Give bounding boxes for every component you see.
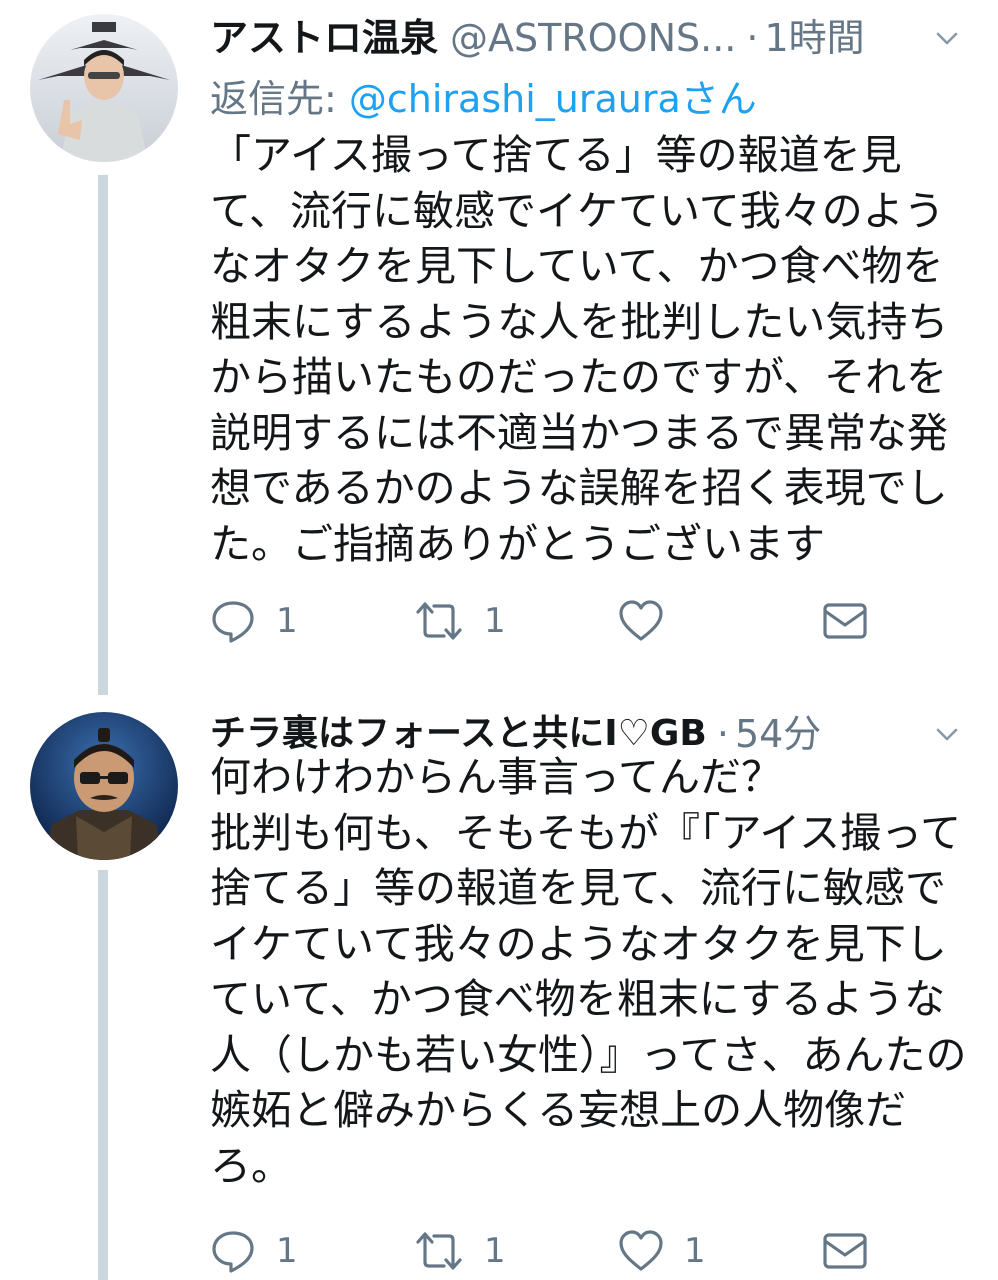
- tweet-text-line: 何わけわからん事言ってんだ？: [210, 753, 782, 801]
- thread-line: [98, 870, 108, 1280]
- timestamp[interactable]: 1時間: [764, 8, 864, 68]
- retweet-count: 1: [484, 1231, 506, 1271]
- reply-suffix: さん: [680, 77, 757, 121]
- retweet-count: 1: [484, 601, 506, 641]
- tweet-header: アストロ温泉 @ASTROONS... · 1時間: [210, 8, 968, 68]
- tweet-text: 「アイス撮って捨てる」等の報道を見て、流行に敏感でイケていて我々のようなオタクを…: [210, 131, 949, 568]
- chevron-down-icon[interactable]: [934, 26, 960, 52]
- like-button[interactable]: 1: [618, 1226, 706, 1276]
- envelope-icon: [823, 603, 867, 639]
- tweet-text: 何わけわからん事言ってんだ？ 批判も何も、そもそもが『「アイス撮って捨てる」等の報…: [210, 750, 970, 1194]
- retweet-button[interactable]: 1: [414, 596, 506, 646]
- reply-to-line: 返信先: @chirashi_urauraさん: [210, 74, 757, 124]
- reply-icon: [212, 601, 254, 643]
- reply-icon: [212, 1231, 254, 1273]
- heart-icon: [619, 1230, 663, 1271]
- envelope-icon: [823, 1233, 867, 1269]
- user-handle[interactable]: @ASTROONS...: [450, 8, 736, 68]
- tweet[interactable]: チラ裏はフォースと共にI♡GB · 54分 何わけわからん事言ってんだ？ 批判も何も、…: [0, 690, 998, 1280]
- action-bar: 1 1: [210, 596, 970, 646]
- heart-icon: [619, 600, 663, 641]
- separator-dot: ·: [746, 16, 759, 60]
- reply-button[interactable]: 1: [210, 596, 298, 646]
- tweet-text-line: 批判も何も、そもそもが『「アイス撮って捨てる」等の報道を見て、流行に敏感でイケて…: [210, 808, 967, 1190]
- like-count: 1: [684, 1231, 706, 1271]
- like-button[interactable]: [618, 596, 684, 646]
- thread-line: [98, 175, 108, 695]
- person-avatar-icon: [30, 14, 178, 162]
- retweet-button[interactable]: 1: [414, 1226, 506, 1276]
- display-name[interactable]: アストロ温泉: [210, 8, 438, 68]
- direct-message-button[interactable]: [822, 1226, 868, 1276]
- retweet-icon: [416, 602, 462, 640]
- reply-button[interactable]: 1: [210, 1226, 298, 1276]
- reply-count: 1: [276, 1231, 298, 1271]
- reply-prefix: 返信先:: [210, 77, 349, 121]
- chevron-down-icon[interactable]: [934, 722, 960, 748]
- avatar[interactable]: [30, 14, 178, 162]
- tweet[interactable]: アストロ温泉 @ASTROONS... · 1時間 返信先: @chirashi_ur…: [0, 0, 998, 695]
- avatar[interactable]: [30, 712, 178, 860]
- reply-mention-link[interactable]: @chirashi_uraura: [349, 77, 681, 121]
- action-bar: 1 1 1: [210, 1226, 970, 1276]
- reply-count: 1: [276, 601, 298, 641]
- samurai-avatar-icon: [30, 712, 178, 860]
- direct-message-button[interactable]: [822, 596, 868, 646]
- retweet-icon: [416, 1232, 462, 1270]
